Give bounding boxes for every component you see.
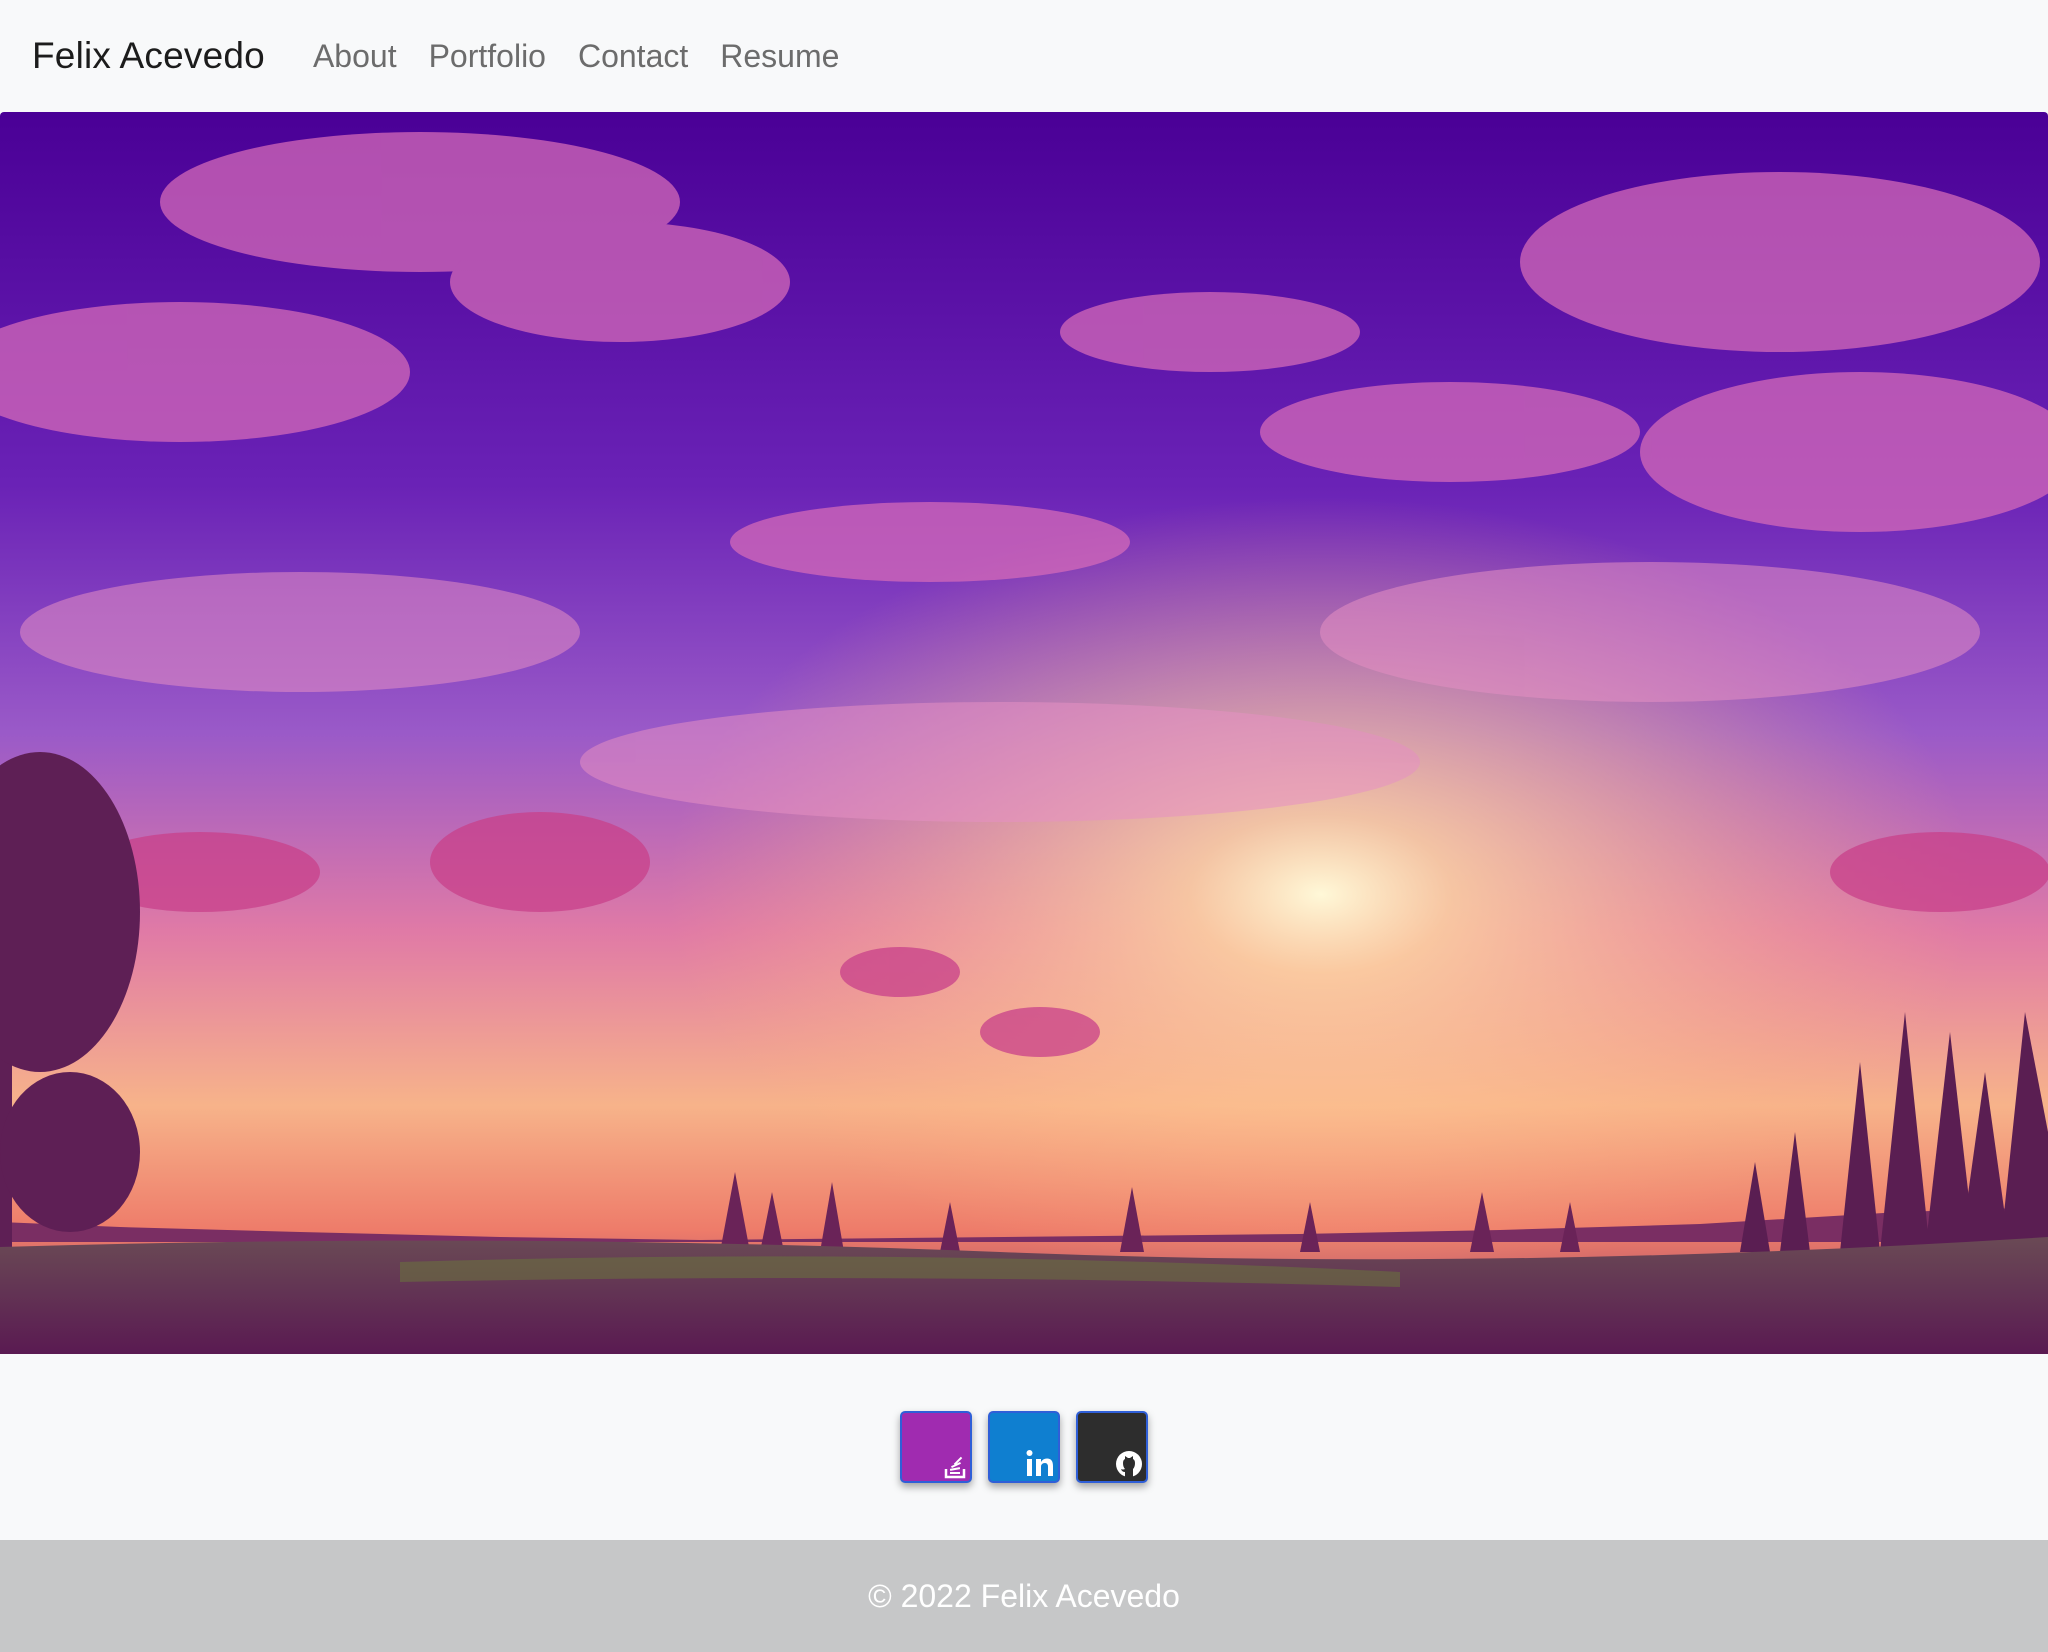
sunset-landscape-image (0, 112, 2048, 1354)
nav-link-portfolio[interactable]: Portfolio (429, 38, 546, 75)
hero-image (0, 112, 2048, 1354)
github-icon (1116, 1451, 1142, 1477)
navbar: Felix Acevedo About Portfolio Contact Re… (0, 0, 2048, 112)
brand-link[interactable]: Felix Acevedo (32, 35, 265, 77)
stackoverflow-icon (944, 1456, 966, 1479)
github-button[interactable] (1076, 1411, 1148, 1483)
nav-link-about[interactable]: About (313, 38, 397, 75)
nav-link-contact[interactable]: Contact (578, 38, 688, 75)
nav-link-resume[interactable]: Resume (720, 38, 839, 75)
linkedin-button[interactable] (988, 1411, 1060, 1483)
social-links (0, 1354, 2048, 1540)
stackoverflow-button[interactable] (900, 1411, 972, 1483)
copyright-text: © 2022 Felix Acevedo (868, 1577, 1180, 1614)
linkedin-icon (1026, 1450, 1053, 1476)
footer: © 2022 Felix Acevedo (0, 1540, 2048, 1652)
